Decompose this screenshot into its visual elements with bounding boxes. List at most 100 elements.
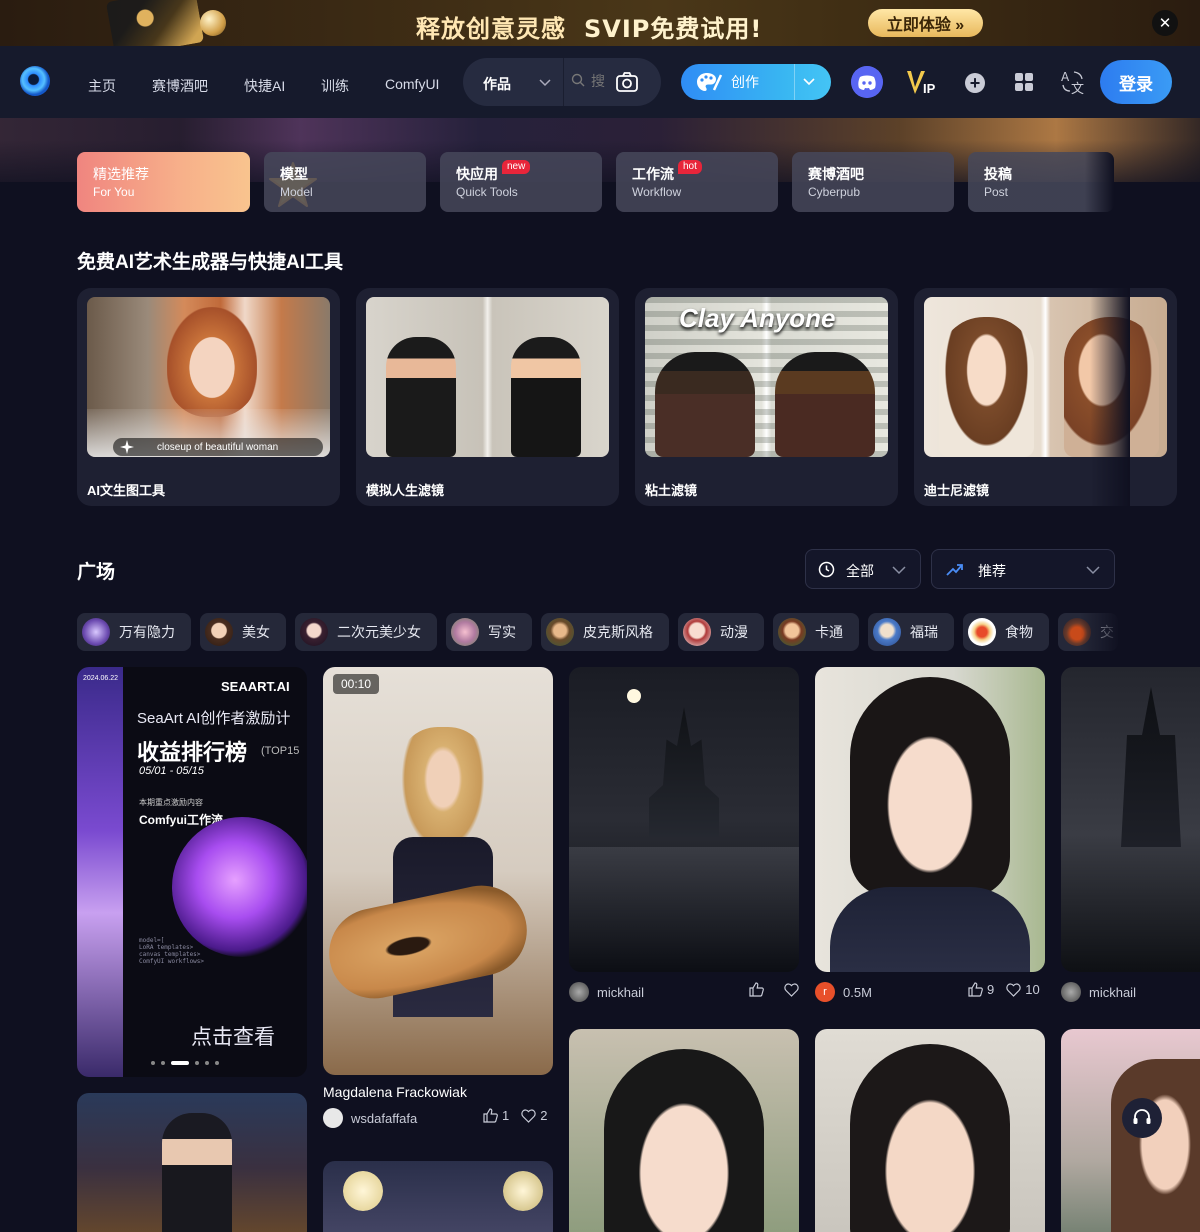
heart-icon[interactable]	[1006, 982, 1021, 997]
image-card[interactable]	[569, 1029, 799, 1232]
avatar	[569, 982, 589, 1002]
vip-label: IP	[923, 81, 936, 96]
tab-workflow[interactable]: 工作流 hot Workflow	[616, 152, 778, 212]
tag-chip[interactable]: 福瑞	[868, 613, 954, 651]
tool-card-text-to-image[interactable]: closeup of beautiful woman AI文生图工具	[77, 288, 340, 506]
tag-chip[interactable]: 皮克斯风格	[541, 613, 669, 651]
chevron-down-icon	[1086, 566, 1100, 575]
tab-subtitle: For You	[93, 185, 135, 199]
tool-card-clay-filter[interactable]: Clay Anyone 粘土滤镜	[635, 288, 898, 506]
logo-icon[interactable]	[20, 66, 50, 96]
search-type-select[interactable]: 作品	[483, 74, 511, 94]
image-card[interactable]	[77, 1093, 307, 1232]
hot-badge: hot	[678, 160, 702, 174]
gift-box-icon	[105, 0, 205, 46]
promo-card-cta: 点击查看	[191, 1026, 275, 1049]
tab-cyberpub[interactable]: 赛博酒吧 Cyberpub	[792, 152, 954, 212]
svg-text:A: A	[1061, 70, 1070, 84]
tag-label: 皮克斯风格	[583, 624, 653, 640]
tool-image: closeup of beautiful woman	[87, 297, 330, 457]
card-author[interactable]: mickhail	[569, 982, 644, 1002]
carousel-dots[interactable]	[151, 1061, 219, 1065]
promo-card-code: model=[ LoRA templates> canvas templates…	[139, 937, 205, 965]
headset-icon[interactable]	[1122, 1098, 1162, 1138]
tab-title: 工作流	[632, 166, 674, 182]
plus-icon[interactable]: +	[965, 73, 985, 93]
time-filter[interactable]: 全部	[805, 549, 921, 589]
tag-chip[interactable]: 二次元美少女	[295, 613, 437, 651]
svg-text:文: 文	[1071, 82, 1084, 95]
promo-card[interactable]: 2024.06.22 SEAART.AI SeaArt AI创作者激励计 收益排…	[77, 667, 307, 1077]
scroll-fade	[1090, 285, 1130, 510]
tab-post[interactable]: 投稿 Post	[968, 152, 1114, 212]
image-card[interactable]	[815, 667, 1045, 972]
tools-section-title: 免费AI艺术生成器与快捷AI工具	[77, 252, 344, 273]
video-author[interactable]: wsdafaffafa	[323, 1108, 417, 1128]
vip-icon[interactable]: IP	[905, 68, 939, 98]
card-author[interactable]: r 0.5M	[815, 982, 872, 1002]
nav-comfyui[interactable]: ComfyUI	[385, 76, 439, 92]
tag-chip[interactable]: 动漫	[678, 613, 764, 651]
close-icon[interactable]: ✕	[1152, 10, 1178, 36]
video-duration: 00:10	[333, 674, 380, 694]
create-button[interactable]: 创作	[681, 64, 831, 100]
promo-banner[interactable]: 释放创意灵感 SVIP免费试用! 立即体验 » ✕	[0, 0, 1200, 46]
nav-training[interactable]: 训练	[321, 76, 349, 96]
video-card[interactable]	[323, 667, 553, 1075]
promo-card-top: (TOP15	[261, 745, 300, 757]
trend-icon	[946, 564, 963, 576]
image-card[interactable]	[323, 1161, 553, 1232]
image-card[interactable]	[815, 1029, 1045, 1232]
new-badge: new	[502, 160, 531, 174]
search-icon[interactable]	[571, 73, 585, 87]
apps-icon[interactable]	[1014, 72, 1034, 92]
tab-model[interactable]: 模型 Model	[264, 152, 426, 212]
tag-chip[interactable]: 食物	[963, 613, 1049, 651]
tab-quick-tools[interactable]: 快应用 new Quick Tools	[440, 152, 602, 212]
search-input[interactable]	[591, 70, 611, 92]
plaza-title: 广场	[77, 562, 116, 583]
tool-caption: closeup of beautiful woman	[157, 442, 279, 453]
chevron-down-icon[interactable]	[803, 74, 815, 90]
like-icon[interactable]	[749, 982, 764, 997]
try-now-button[interactable]: 立即体验 »	[868, 9, 983, 37]
tag-avatar	[968, 618, 996, 646]
heart-icon[interactable]	[784, 982, 799, 997]
nav-quick-ai[interactable]: 快捷AI	[244, 76, 285, 96]
tool-card-disney-filter[interactable]: 迪士尼滤镜	[914, 288, 1177, 506]
tool-caption: Clay Anyone	[679, 303, 836, 333]
like-icon[interactable]	[968, 982, 983, 997]
video-title[interactable]: Magdalena Frackowiak	[323, 1084, 467, 1100]
avatar	[323, 1108, 343, 1128]
image-card[interactable]	[1061, 667, 1200, 972]
image-card[interactable]	[569, 667, 799, 972]
tag-label: 福瑞	[910, 624, 938, 640]
tag-chip[interactable]: 写实	[446, 613, 532, 651]
login-button[interactable]: 登录	[1100, 60, 1172, 104]
tag-label: 食物	[1005, 624, 1033, 640]
tag-chip[interactable]: 万有隐力	[77, 613, 191, 651]
tool-card-sims-filter[interactable]: 模拟人生滤镜	[356, 288, 619, 506]
chevron-down-icon[interactable]	[539, 72, 551, 92]
promo-card-note: 本期重点激励内容	[139, 798, 203, 807]
nav-cyberbar[interactable]: 赛博酒吧	[152, 76, 208, 96]
tool-image: Clay Anyone	[645, 297, 888, 457]
camera-icon[interactable]	[615, 71, 639, 93]
tag-chip[interactable]: 美女	[200, 613, 286, 651]
author-name: wsdafaffafa	[351, 1110, 418, 1126]
translate-icon[interactable]: A文	[1060, 69, 1086, 95]
tool-image	[924, 297, 1167, 457]
discord-icon[interactable]	[851, 66, 883, 98]
nav-home[interactable]: 主页	[88, 76, 116, 96]
sort-filter[interactable]: 推荐	[931, 549, 1115, 589]
tag-chip[interactable]: 卡通	[773, 613, 859, 651]
heart-icon[interactable]	[521, 1108, 536, 1123]
promo-card-line2: 收益排行榜	[137, 740, 248, 765]
promo-headline: 释放创意灵感	[416, 15, 566, 43]
author-name: 0.5M	[843, 984, 872, 1000]
card-author[interactable]: mickhail	[1061, 982, 1136, 1002]
promo-card-date: 2024.06.22	[83, 675, 119, 682]
tab-title: 快应用	[456, 166, 498, 182]
like-icon[interactable]	[483, 1108, 498, 1123]
tab-for-you[interactable]: 精选推荐 For You	[77, 152, 317, 212]
